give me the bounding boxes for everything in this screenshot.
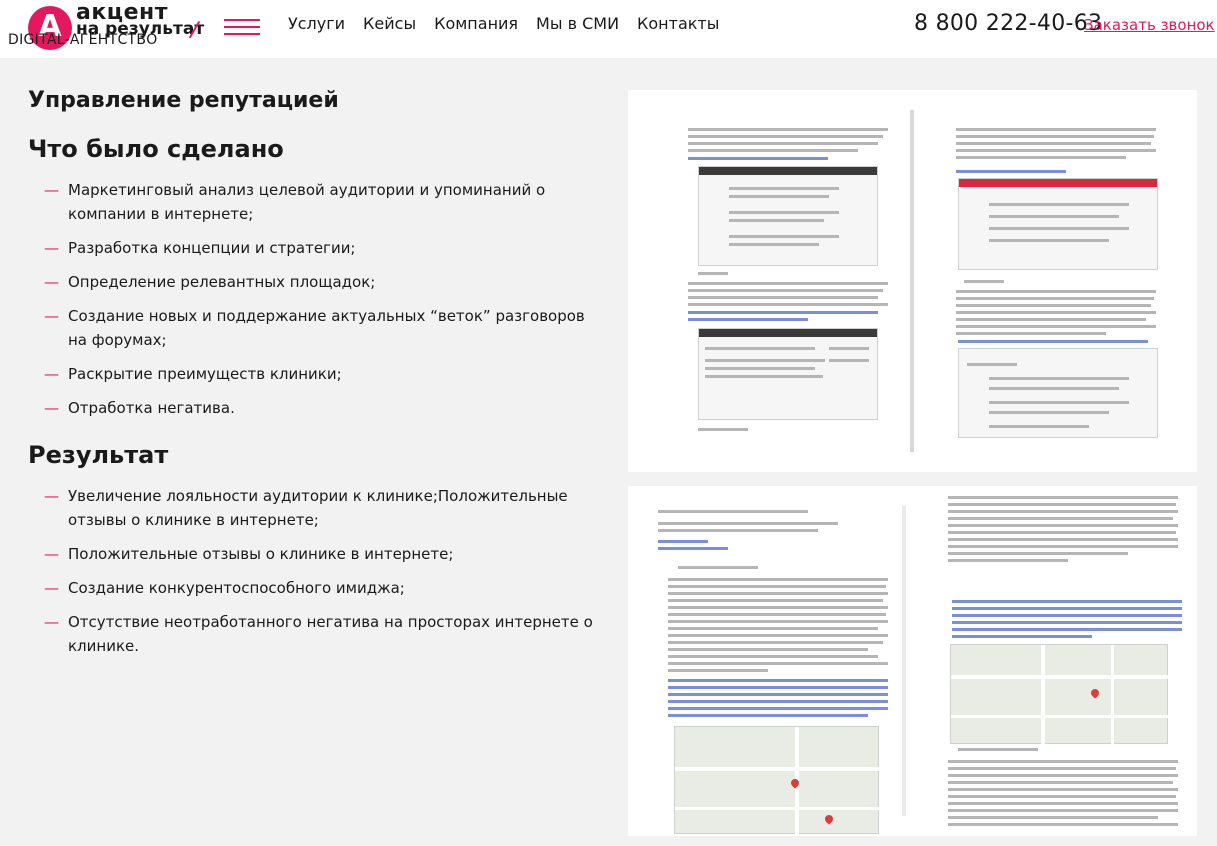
list-item: Раскрытие преимуществ клиники;: [28, 362, 598, 386]
list-item: Отработка негатива.: [28, 396, 598, 420]
menu-icon[interactable]: [224, 16, 260, 38]
doc-embedded-screenshot: [958, 178, 1158, 270]
result-heading: Результат: [28, 441, 169, 469]
list-item: Создание новых и поддержание актуальных …: [28, 304, 598, 352]
list-item: Положительные отзывы о клинике в интерне…: [28, 542, 598, 566]
phone-number[interactable]: 8 800 222-40-63: [914, 11, 1102, 37]
doc-embedded-screenshot: [698, 166, 878, 266]
nav-item-services[interactable]: Услуги: [288, 14, 345, 34]
main-nav: Услуги Кейсы Компания Мы в СМИ Контакты: [288, 14, 719, 34]
case-screenshot-2[interactable]: [628, 486, 1197, 836]
nav-item-cases[interactable]: Кейсы: [363, 14, 416, 34]
list-item: Увеличение лояльности аудитории к клиник…: [28, 484, 598, 532]
done-list: Маркетинговый анализ целевой аудитории и…: [28, 178, 598, 420]
list-item: Определение релевантных площадок;: [28, 270, 598, 294]
nav-item-contacts[interactable]: Контакты: [637, 14, 719, 34]
tagline: DIGITAL-АГЕНТСТВО: [8, 32, 158, 48]
list-item: Разработка концепции и стратегии;: [28, 236, 598, 260]
list-item: Создание конкурентоспособного имиджа;: [28, 576, 598, 600]
case-content: Управление репутацией Что было сделано М…: [28, 88, 598, 678]
header: A акцент на результат / DIGITAL-АГЕНТСТВ…: [0, 0, 1217, 58]
page-title: Управление репутацией: [28, 88, 339, 113]
doc-page-left: [648, 486, 898, 836]
nav-item-company[interactable]: Компания: [434, 14, 518, 34]
doc-page-right: [938, 90, 1178, 472]
doc-page-left: [668, 90, 908, 472]
doc-page-right: [928, 486, 1193, 836]
doc-embedded-screenshot: [958, 348, 1158, 438]
doc-embedded-map: [674, 726, 880, 835]
result-list: Увеличение лояльности аудитории к клиник…: [28, 484, 598, 658]
doc-embedded-map: [950, 644, 1169, 745]
nav-item-media[interactable]: Мы в СМИ: [536, 14, 619, 34]
case-screenshot-1[interactable]: [628, 90, 1197, 472]
doc-embedded-screenshot: [698, 328, 878, 420]
list-item: Маркетинговый анализ целевой аудитории и…: [28, 178, 598, 226]
done-heading: Что было сделано: [28, 135, 284, 163]
callback-link[interactable]: Заказать звонок: [1084, 15, 1215, 35]
list-item: Отсутствие неотработанного негатива на п…: [28, 610, 598, 658]
